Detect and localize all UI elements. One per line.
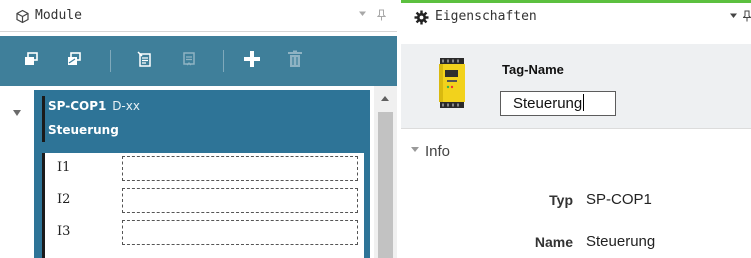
delete-button[interactable] bbox=[282, 48, 308, 74]
modules-panel-header: Module bbox=[0, 0, 397, 32]
tag-name-section: Tag-Name Steuerung bbox=[401, 44, 751, 129]
pin-icon[interactable] bbox=[742, 10, 751, 25]
edit-list-icon bbox=[137, 51, 153, 71]
module-variant: D-xx bbox=[112, 99, 140, 113]
edit-list-disabled-button[interactable] bbox=[176, 48, 202, 74]
paste-module-button[interactable] bbox=[61, 48, 87, 74]
add-button[interactable] bbox=[239, 48, 265, 74]
vertical-scrollbar[interactable] bbox=[374, 86, 397, 258]
safety-controller-device-icon bbox=[439, 58, 465, 108]
gear-icon bbox=[414, 10, 429, 25]
module-tag: Steuerung bbox=[48, 123, 119, 137]
property-value: SP-COP1 bbox=[586, 191, 652, 208]
scroll-thumb[interactable] bbox=[378, 112, 393, 258]
module-tree: SP-COP1 D-xx Steuerung I1 I2 I3 bbox=[0, 86, 397, 258]
io-row: I3 bbox=[45, 217, 367, 247]
toolbar-separator bbox=[223, 50, 224, 72]
module-selection-bar bbox=[42, 96, 45, 142]
module-name: SP-COP1 bbox=[48, 99, 107, 113]
paste-module-icon bbox=[66, 51, 82, 71]
io-row: I1 bbox=[45, 153, 367, 183]
modules-panel-title: Module bbox=[35, 8, 82, 23]
delete-icon bbox=[287, 50, 303, 72]
io-row: I2 bbox=[45, 185, 367, 215]
io-label: I1 bbox=[57, 160, 71, 175]
io-label: I3 bbox=[57, 224, 71, 239]
tag-name-value: Steuerung bbox=[513, 95, 583, 112]
modules-panel: Module SP-COP1 D-xx Steuerung I1 I2 I3 bbox=[0, 0, 397, 258]
dropdown-arrow-icon[interactable] bbox=[358, 9, 367, 21]
property-key: Name bbox=[534, 234, 573, 250]
modules-toolbar bbox=[0, 36, 397, 86]
io-tag-field[interactable] bbox=[122, 156, 358, 181]
properties-panel-title: Eigenschaften bbox=[435, 9, 537, 24]
io-label: I2 bbox=[57, 192, 71, 207]
copy-module-button[interactable] bbox=[18, 48, 44, 74]
property-key: Typ bbox=[549, 192, 573, 208]
properties-panel-header: Eigenschaften bbox=[401, 3, 751, 33]
pin-icon[interactable] bbox=[376, 9, 387, 24]
io-tag-field[interactable] bbox=[122, 188, 358, 213]
collapse-arrow-icon[interactable] bbox=[411, 147, 419, 152]
edit-list-disabled-icon bbox=[181, 51, 197, 71]
io-tag-field[interactable] bbox=[122, 220, 358, 245]
module-card[interactable]: SP-COP1 D-xx Steuerung I1 I2 I3 bbox=[34, 90, 370, 258]
properties-panel: Eigenschaften Tag-Name Steuerung Info Ty… bbox=[401, 0, 751, 258]
module-title: SP-COP1 D-xx bbox=[48, 99, 140, 113]
tag-name-label: Tag-Name bbox=[502, 62, 564, 77]
edit-list-button[interactable] bbox=[132, 48, 158, 74]
toolbar-separator bbox=[110, 50, 111, 72]
io-list: I1 I2 I3 bbox=[42, 153, 364, 258]
module-cube-icon bbox=[15, 9, 30, 24]
info-section-header[interactable]: Info bbox=[425, 143, 450, 160]
scroll-up-arrow-icon[interactable] bbox=[381, 96, 389, 101]
copy-module-icon bbox=[23, 51, 39, 71]
property-value: Steuerung bbox=[586, 233, 656, 250]
tag-name-input[interactable]: Steuerung bbox=[500, 91, 616, 116]
collapse-arrow-icon[interactable] bbox=[13, 110, 21, 116]
add-icon bbox=[243, 50, 261, 72]
text-caret bbox=[583, 94, 585, 111]
dropdown-arrow-icon[interactable] bbox=[729, 11, 738, 23]
